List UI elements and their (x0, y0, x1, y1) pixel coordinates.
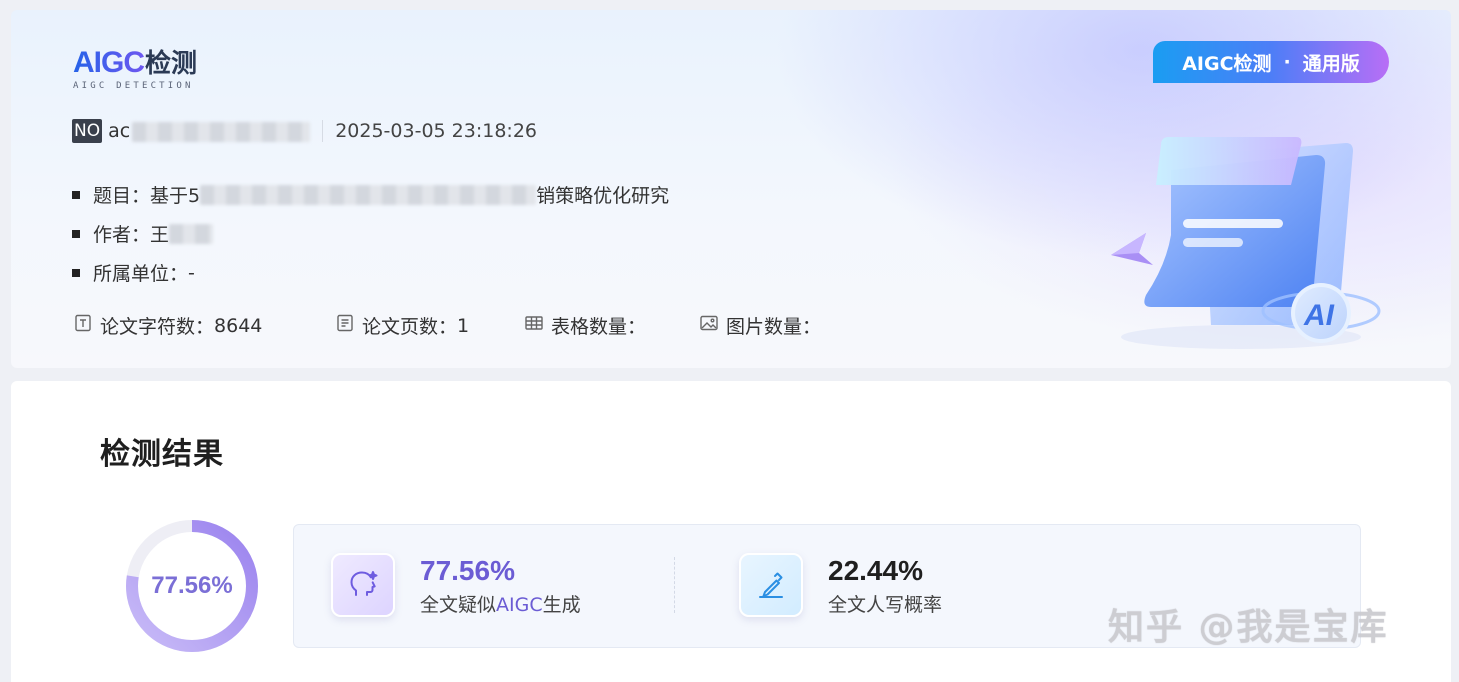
aigc-desc-post: 生成 (542, 593, 581, 616)
pen-icon (739, 553, 803, 617)
info-item-affiliation: 所属单位： - (72, 253, 669, 292)
badge-dot: · (1283, 51, 1291, 73)
stat-image-label: 图片数量： (726, 316, 822, 338)
report-datetime: 2025-03-05 23:18:26 (335, 120, 537, 142)
ai-head-icon (331, 553, 395, 617)
stat-char-value: 8644 (214, 314, 263, 337)
aigc-rate-desc: 全文疑似AIGC生成 (420, 590, 581, 617)
bullet-icon (72, 229, 80, 238)
redacted-report-number (132, 121, 311, 142)
badge-product: AIGC检测 (1182, 52, 1272, 75)
stat-page-value: 1 (457, 314, 470, 337)
human-rate-value: 22.44% (828, 554, 923, 586)
logo-cn-text: 检测 (145, 48, 198, 78)
info-value-affiliation: - (188, 261, 195, 284)
ai-document-illustration: AI (1111, 137, 1381, 349)
stat-table-label: 表格数量： (551, 316, 647, 338)
info-label-title: 题目： (93, 185, 151, 207)
report-number-prefix: ac (108, 120, 131, 142)
info-item-author: 作者： 王 (72, 214, 669, 253)
document-text-icon (73, 313, 100, 338)
version-badge: AIGC检测 · 通用版 (1153, 41, 1389, 83)
table-icon (524, 313, 551, 338)
aigc-desc-highlight: AIGC (496, 593, 543, 616)
result-title: 检测结果 (100, 437, 224, 472)
panel-divider (674, 557, 675, 613)
aigc-detection-logo: AIGC 检测 AIGC DETECTION (73, 43, 197, 91)
image-icon (699, 313, 726, 338)
bullet-icon (72, 268, 80, 277)
report-no-tag: NO (72, 119, 103, 143)
logo-aigc-text: AIGC (73, 46, 145, 79)
zhihu-watermark: 知乎 @我是宝库 (1108, 607, 1389, 648)
aigc-rate-value: 77.56% (420, 554, 515, 586)
info-label-author: 作者： (93, 224, 151, 246)
info-value-author: 王 (150, 224, 170, 246)
stat-table-count: 表格数量： (524, 312, 699, 339)
logo-subtitle: AIGC DETECTION (73, 81, 194, 91)
stat-page-count: 论文页数： 1 (335, 312, 524, 339)
document-pages-icon (335, 313, 362, 338)
aigc-desc-pre: 全文疑似 (420, 593, 497, 616)
stat-char-count: 论文字符数： 8644 (73, 312, 335, 339)
ring-percent-label: 77.56% (151, 572, 233, 599)
stat-page-label: 论文页数： (362, 316, 458, 338)
paper-stats-row: 论文字符数： 8644 论文页数： 1 表格数量： 图片数量： (73, 312, 821, 339)
human-rate-desc: 全文人写概率 (828, 593, 943, 616)
report-header-card: AIGC 检测 AIGC DETECTION AIGC检测 · 通用版 NO a… (11, 10, 1451, 368)
info-item-title: 题目： 基于5 销策略优化研究 (72, 175, 669, 214)
redacted-title (200, 184, 537, 205)
bullet-icon (72, 190, 80, 199)
report-meta-row: NO ac 2025-03-05 23:18:26 (72, 119, 537, 143)
report-number: ac (108, 120, 311, 142)
info-value-title-end: 销策略优化研究 (536, 185, 670, 207)
human-rate-item: 22.44% 全文人写概率 (739, 553, 942, 617)
info-label-affiliation: 所属单位： (93, 263, 189, 285)
redacted-author (169, 223, 214, 244)
paper-info-list: 题目： 基于5 销策略优化研究 作者： 王 所属单位： - (72, 175, 669, 292)
info-value-title-start: 基于5 (150, 185, 201, 207)
meta-divider (322, 120, 324, 142)
stat-image-count: 图片数量： (699, 312, 821, 339)
badge-edition: 通用版 (1302, 52, 1360, 75)
aigc-rate-item: 77.56% 全文疑似AIGC生成 (331, 553, 581, 617)
svg-text:AI: AI (1303, 299, 1335, 332)
stat-char-label: 论文字符数： (100, 316, 215, 338)
